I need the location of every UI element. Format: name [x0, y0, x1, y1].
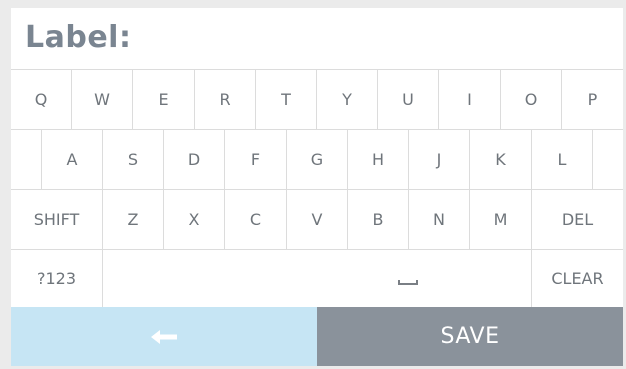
- clear-key[interactable]: CLEAR: [532, 250, 623, 307]
- delete-key[interactable]: DEL: [532, 190, 623, 249]
- space-bar-icon: [398, 280, 418, 285]
- key-w[interactable]: W: [72, 70, 133, 129]
- label-input[interactable]: Label:: [11, 8, 623, 70]
- keyboard-row-3: SHIFT Z X C V B N M DEL: [11, 190, 623, 250]
- key-l[interactable]: L: [532, 130, 593, 189]
- shift-key[interactable]: SHIFT: [11, 190, 103, 249]
- key-z[interactable]: Z: [103, 190, 164, 249]
- keyboard-row-4: ?123 CLEAR: [11, 250, 623, 307]
- save-button[interactable]: SAVE: [317, 307, 623, 366]
- key-c[interactable]: C: [225, 190, 287, 249]
- key-x[interactable]: X: [164, 190, 225, 249]
- label-prompt: Label:: [25, 20, 132, 55]
- keyboard-row-2: A S D F G H J K L: [11, 130, 623, 190]
- left-arrow-icon: [151, 329, 177, 344]
- action-bar: SAVE: [11, 307, 623, 366]
- key-p[interactable]: P: [562, 70, 623, 129]
- key-i[interactable]: I: [439, 70, 501, 129]
- key-y[interactable]: Y: [317, 70, 378, 129]
- key-g[interactable]: G: [287, 130, 348, 189]
- key-h[interactable]: H: [348, 130, 409, 189]
- key-d[interactable]: D: [164, 130, 225, 189]
- key-k[interactable]: K: [470, 130, 532, 189]
- key-n[interactable]: N: [409, 190, 470, 249]
- key-m[interactable]: M: [470, 190, 532, 249]
- key-spacer-left: [11, 130, 42, 189]
- key-a[interactable]: A: [42, 130, 103, 189]
- key-s[interactable]: S: [103, 130, 164, 189]
- back-button[interactable]: [11, 307, 317, 366]
- key-spacer-right: [593, 130, 623, 189]
- numbers-mode-key[interactable]: ?123: [11, 250, 103, 307]
- key-r[interactable]: R: [195, 70, 256, 129]
- key-f[interactable]: F: [225, 130, 287, 189]
- key-j[interactable]: J: [409, 130, 470, 189]
- key-t[interactable]: T: [256, 70, 317, 129]
- keyboard-row-1: Q W E R T Y U I O P: [11, 70, 623, 130]
- key-b[interactable]: B: [348, 190, 409, 249]
- keyboard-screen: Label: Q W E R T Y U I O P A S D F G H J…: [11, 8, 623, 366]
- key-e[interactable]: E: [133, 70, 195, 129]
- key-u[interactable]: U: [378, 70, 439, 129]
- key-q[interactable]: Q: [11, 70, 72, 129]
- space-key[interactable]: [103, 250, 532, 307]
- key-v[interactable]: V: [287, 190, 348, 249]
- key-o[interactable]: O: [501, 70, 562, 129]
